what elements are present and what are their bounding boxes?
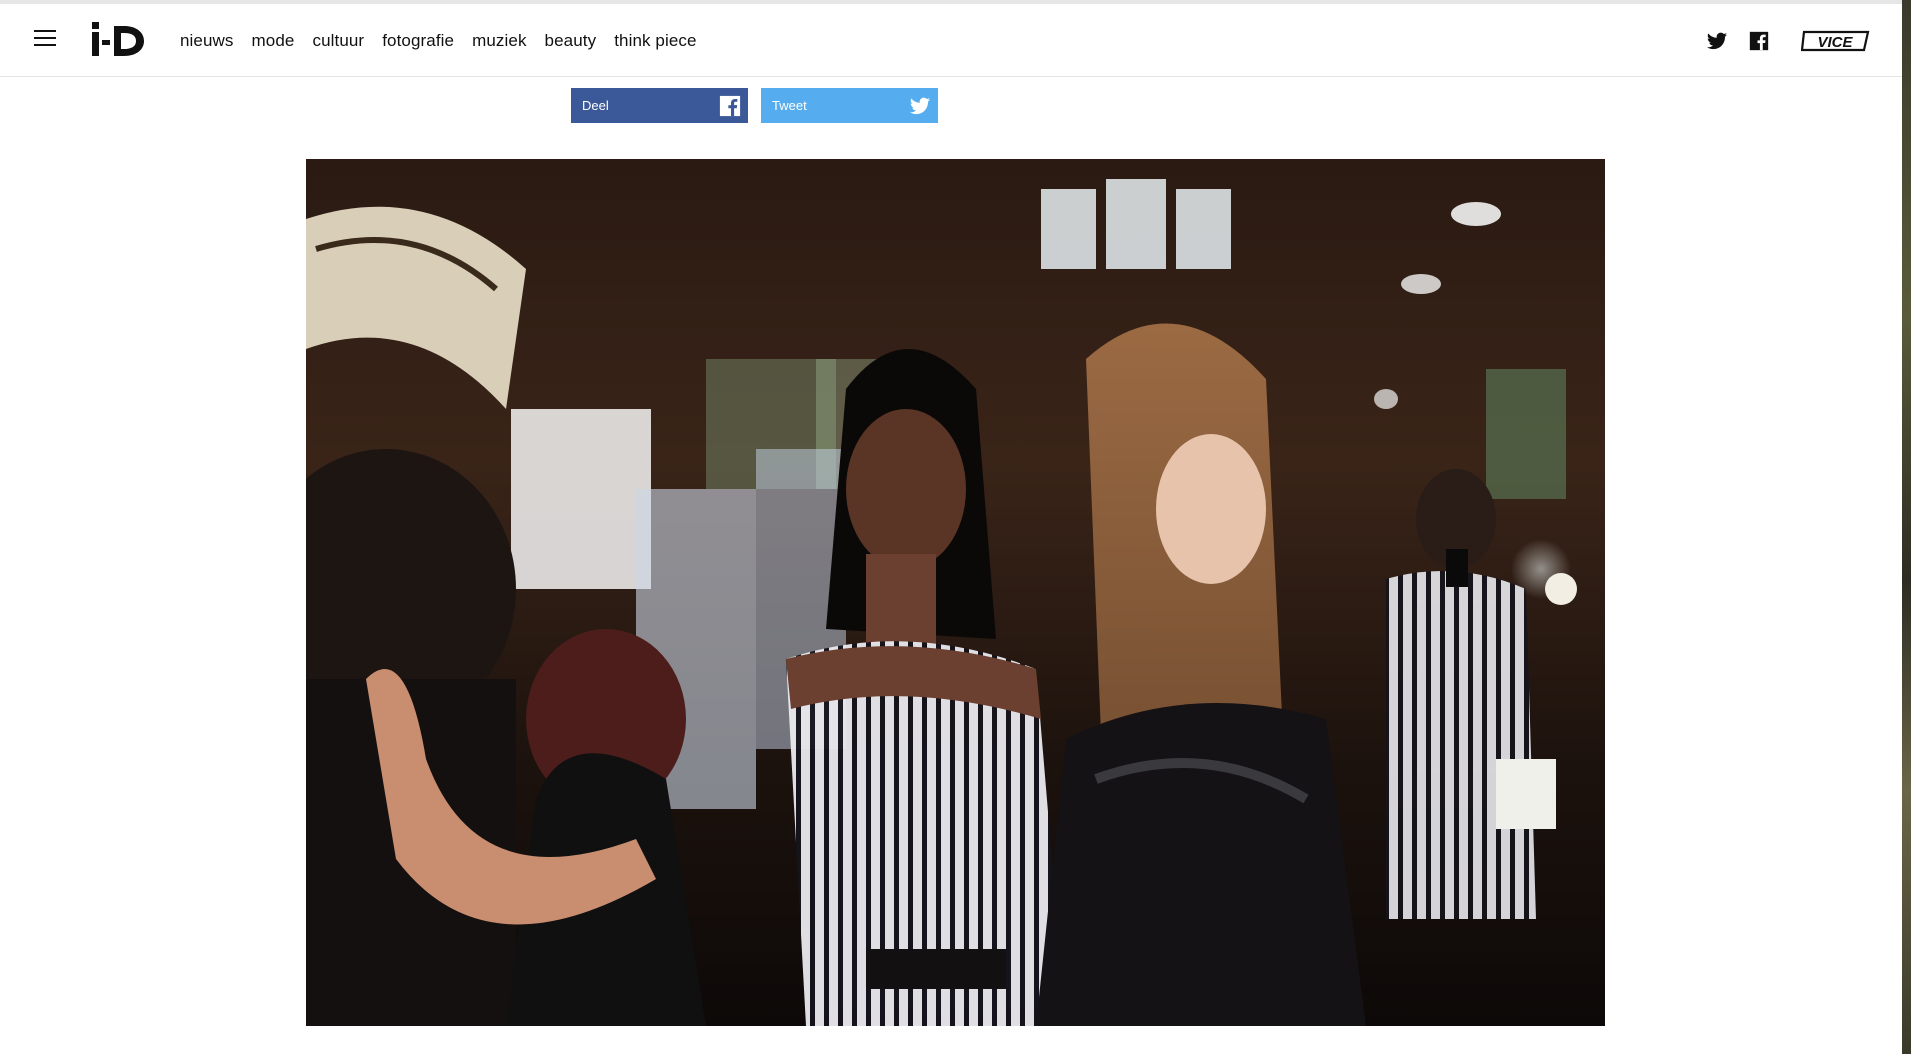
site-header: nieuws mode cultuur fotografie muziek be… (0, 4, 1911, 77)
facebook-icon (719, 95, 741, 117)
backstage-photo-illustration (306, 159, 1605, 1026)
facebook-share-button[interactable]: Deel (571, 88, 748, 123)
twitter-icon (909, 95, 931, 117)
nav-item-cultuur[interactable]: cultuur (312, 31, 364, 51)
page: nieuws mode cultuur fotografie muziek be… (0, 0, 1911, 1054)
twitter-share-button[interactable]: Tweet (761, 88, 938, 123)
background-edge (1902, 0, 1911, 1054)
id-logo[interactable] (90, 20, 146, 60)
vice-logo[interactable]: VICE (1801, 28, 1871, 54)
social-links: VICE (1687, 28, 1871, 54)
nav-item-muziek[interactable]: muziek (472, 31, 526, 51)
nav-item-beauty[interactable]: beauty (545, 31, 597, 51)
article-photo (306, 159, 1605, 1026)
vice-logo-graphic: VICE (1801, 30, 1870, 52)
twitter-icon[interactable] (1705, 29, 1729, 53)
svg-text:VICE: VICE (1817, 34, 1853, 51)
nav-item-fotografie[interactable]: fotografie (382, 31, 454, 51)
nav-item-think-piece[interactable]: think piece (614, 31, 696, 51)
facebook-icon[interactable] (1747, 29, 1771, 53)
facebook-share-label: Deel (582, 98, 609, 113)
hamburger-icon[interactable] (34, 30, 56, 48)
main-nav: nieuws mode cultuur fotografie muziek be… (180, 31, 715, 51)
id-logo-graphic (92, 22, 144, 56)
nav-item-nieuws[interactable]: nieuws (180, 31, 234, 51)
nav-item-mode[interactable]: mode (252, 31, 295, 51)
twitter-share-label: Tweet (772, 98, 807, 113)
